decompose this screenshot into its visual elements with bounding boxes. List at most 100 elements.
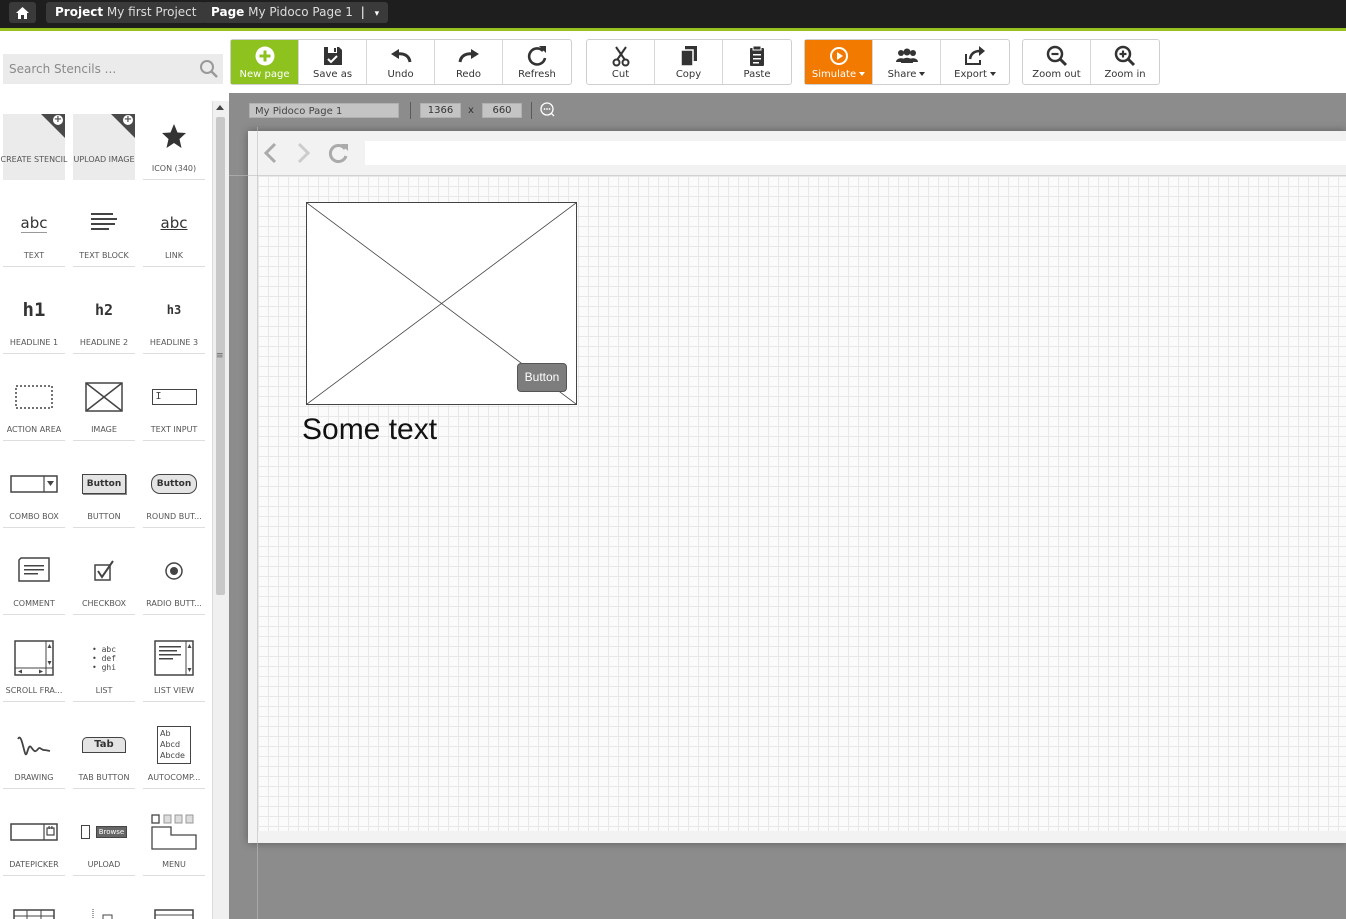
toolbar-label: New page	[239, 69, 290, 80]
new-page-button[interactable]: New page	[231, 40, 299, 84]
stencil-drawing[interactable]: DRAWING	[3, 723, 65, 789]
file-toolbar-group: New page Save as Undo Redo Refresh	[230, 39, 572, 85]
stencil-label: SCROLL FRA...	[5, 686, 63, 695]
stencil-list[interactable]: • abc • def • ghi LIST	[73, 636, 135, 702]
forward-arrow-icon	[296, 141, 312, 168]
stencil-divider	[73, 788, 135, 789]
page-width-field[interactable]: 1366	[420, 103, 461, 118]
stencil-button[interactable]: Button BUTTON	[73, 462, 135, 528]
save-as-button[interactable]: Save as	[299, 40, 367, 84]
stencil-divider	[143, 440, 205, 441]
stencil-divider	[73, 701, 135, 702]
stencil-upload[interactable]: Browse UPLOAD	[73, 810, 135, 876]
stencil-image[interactable]: IMAGE	[73, 375, 135, 441]
stencil-datepicker[interactable]: DATEPICKER	[3, 810, 65, 876]
home-button[interactable]	[9, 2, 36, 23]
checkbox-icon	[73, 549, 135, 593]
stencil-label: COMBO BOX	[9, 512, 59, 521]
stencil-text-input[interactable]: I TEXT INPUT	[143, 375, 205, 441]
stencil-label: LINK	[164, 251, 184, 260]
dimension-x-label: x	[468, 105, 474, 116]
stencil-upload-image[interactable]: + UPLOAD IMAGE	[73, 114, 135, 180]
project-breadcrumb[interactable]: Project My first Project	[46, 2, 206, 23]
search-icon[interactable]	[199, 59, 219, 82]
stencil-table[interactable]	[3, 897, 65, 919]
stencil-comment[interactable]: COMMENT	[3, 549, 65, 615]
stencil-divider	[143, 701, 205, 702]
zoom-out-icon	[1046, 45, 1068, 67]
redo-button[interactable]: Redo	[435, 40, 503, 84]
share-button[interactable]: Share	[873, 40, 941, 84]
scroll-up-arrow[interactable]	[216, 105, 224, 110]
stencil-label: TAB BUTTON	[78, 773, 130, 782]
stencil-divider	[3, 353, 65, 354]
stencil-label: ICON (340)	[151, 164, 197, 173]
sidebar-scrollbar[interactable]: ≡	[212, 101, 229, 919]
stencil-divider	[143, 788, 205, 789]
stencil-tab-button[interactable]: Tab TAB BUTTON	[73, 723, 135, 789]
toolbar-label: Copy	[675, 69, 702, 80]
stencil-headline-1[interactable]: h1 HEADLINE 1	[3, 288, 65, 354]
round-button-icon: Button	[143, 462, 205, 506]
ruler-guide-vertical	[257, 127, 258, 919]
sidebar-resize-grip[interactable]: ≡	[216, 351, 224, 361]
stencil-divider	[73, 875, 135, 876]
undo-button[interactable]: Undo	[367, 40, 435, 84]
zoom-in-button[interactable]: Zoom in	[1091, 40, 1159, 84]
combo-box-icon	[3, 462, 65, 506]
stencil-scroll-frame[interactable]: SCROLL FRA...	[3, 636, 65, 702]
cut-button[interactable]: Cut	[587, 40, 655, 84]
simulate-button[interactable]: Simulate	[805, 40, 873, 84]
stencil-divider	[3, 875, 65, 876]
stencil-action-area[interactable]: ACTION AREA	[3, 375, 65, 441]
paste-button[interactable]: Paste	[723, 40, 791, 84]
autocomplete-icon: Ab Abcd Abcde	[143, 723, 205, 767]
stencil-round-button[interactable]: Button ROUND BUT...	[143, 462, 205, 528]
stencil-text-block[interactable]: TEXT BLOCK	[73, 201, 135, 267]
project-label: Project	[55, 5, 104, 19]
stencil-combo-box[interactable]: COMBO BOX	[3, 462, 65, 528]
stencil-checkbox[interactable]: CHECKBOX	[73, 549, 135, 615]
search-input[interactable]	[3, 54, 195, 84]
more-options-icon[interactable]	[540, 102, 556, 121]
stencil-label: DATEPICKER	[9, 860, 59, 869]
toolbar-label: Simulate	[812, 69, 865, 80]
stencil-divider	[73, 353, 135, 354]
page-label: Page	[211, 5, 245, 19]
export-button[interactable]: Export	[941, 40, 1009, 84]
stencil-text[interactable]: abc TEXT	[3, 201, 65, 267]
stencil-star[interactable]: ICON (340)	[143, 114, 205, 180]
wireframe-button[interactable]: Button	[517, 363, 567, 392]
stencil-create-stencil[interactable]: + CREATE STENCIL	[1, 114, 67, 180]
toolbar-label: Paste	[743, 69, 771, 80]
stencil-radio-button[interactable]: RADIO BUTT...	[143, 549, 205, 615]
stencil-divider	[143, 353, 205, 354]
wireframe-text[interactable]: Some text	[302, 413, 437, 447]
page-height-field[interactable]: 660	[482, 103, 522, 118]
redo-icon	[458, 45, 480, 67]
stencil-autocomplete[interactable]: Ab Abcd Abcde AUTOCOMP...	[143, 723, 205, 789]
stencil-link[interactable]: abc LINK	[143, 201, 205, 267]
page-dropdown-caret[interactable]: ▾	[375, 9, 380, 19]
drawing-icon	[3, 723, 65, 767]
stencil-divider	[73, 614, 135, 615]
stencil-divider	[143, 266, 205, 267]
stencil-label: BUTTON	[87, 512, 121, 521]
page-name-field[interactable]: My Pidoco Page 1	[249, 103, 399, 118]
stencil-headline-3[interactable]: h3 HEADLINE 3	[143, 288, 205, 354]
page-canvas[interactable]: Button Some text	[258, 176, 1346, 831]
stencil-headline-2[interactable]: h2 HEADLINE 2	[73, 288, 135, 354]
stencil-list-view[interactable]: LIST VIEW	[143, 636, 205, 702]
stencil-label: ROUND BUT...	[146, 512, 202, 521]
stencil-window[interactable]	[143, 897, 205, 919]
stencil-label: RADIO BUTT...	[146, 599, 202, 608]
copy-button[interactable]: Copy	[655, 40, 723, 84]
datepicker-icon	[3, 810, 65, 854]
stencil-divider	[143, 527, 205, 528]
page-breadcrumb[interactable]: Page My Pidoco Page 1 | ▾	[202, 2, 389, 23]
undo-icon	[390, 45, 412, 67]
refresh-button[interactable]: Refresh	[503, 40, 571, 84]
stencil-tree[interactable]	[73, 897, 135, 919]
stencil-menu[interactable]: MENU	[143, 810, 205, 876]
zoom-out-button[interactable]: Zoom out	[1023, 40, 1091, 84]
